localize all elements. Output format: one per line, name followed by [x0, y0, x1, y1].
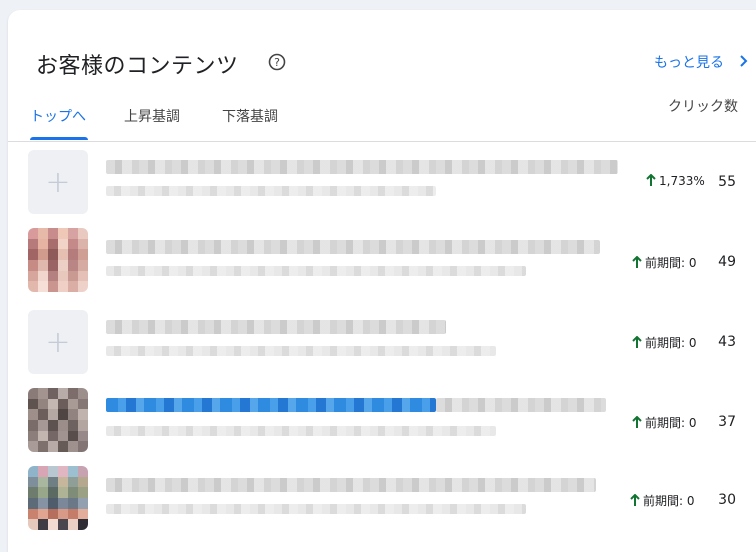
click-count: 49 [718, 254, 736, 270]
header-divider [8, 141, 756, 142]
tab-falling[interactable]: 下落基調 [222, 106, 278, 126]
chevron-right-icon[interactable] [736, 54, 750, 68]
redacted-title [106, 160, 618, 174]
list-item[interactable]: 前期間: 0 37 [0, 388, 756, 466]
redacted-title [436, 398, 606, 412]
redacted-title-highlighted [106, 398, 436, 412]
change-indicator: 前期間: 0 [632, 414, 697, 431]
plus-icon: + [45, 324, 71, 360]
change-value: 前期間: 0 [645, 256, 697, 270]
list-item[interactable]: 前期間: 0 49 [0, 228, 756, 306]
thumbnail-image [28, 466, 88, 530]
arrow-up-icon [646, 174, 656, 186]
redacted-title [106, 320, 446, 334]
redacted-url [106, 346, 496, 356]
active-tab-indicator [30, 137, 88, 140]
thumbnail-image [28, 388, 88, 452]
arrow-up-icon [632, 336, 642, 348]
tab-top[interactable]: トップへ [30, 106, 86, 126]
card-title: お客様のコンテンツ [36, 54, 239, 79]
redacted-url [106, 266, 526, 276]
arrow-up-icon [632, 256, 642, 268]
change-indicator: 前期間: 0 [630, 492, 695, 509]
list-item[interactable]: + 1,733% 55 [0, 150, 756, 228]
change-value: 前期間: 0 [643, 494, 695, 508]
list-item[interactable]: + 前期間: 0 43 [0, 310, 756, 388]
arrow-up-icon [630, 494, 640, 506]
redacted-url [106, 186, 436, 196]
click-count: 37 [718, 414, 736, 430]
plus-icon: + [45, 164, 71, 200]
redacted-url [106, 426, 496, 436]
change-indicator: 1,733% [646, 174, 705, 188]
change-indicator: 前期間: 0 [632, 254, 697, 271]
help-icon[interactable]: ? [268, 53, 286, 71]
thumbnail-placeholder: + [28, 150, 88, 214]
redacted-title [106, 478, 596, 492]
tab-rising[interactable]: 上昇基調 [124, 106, 180, 126]
click-count: 43 [718, 334, 736, 350]
arrow-up-icon [632, 416, 642, 428]
list-item[interactable]: 前期間: 0 30 [0, 466, 756, 544]
redacted-title [106, 240, 600, 254]
thumbnail-image [28, 228, 88, 292]
svg-text:?: ? [274, 56, 280, 69]
see-more-link[interactable]: もっと見る [654, 52, 724, 72]
change-value: 1,733% [659, 174, 705, 188]
click-count: 30 [718, 492, 736, 508]
change-indicator: 前期間: 0 [632, 334, 697, 351]
change-value: 前期間: 0 [645, 336, 697, 350]
click-count: 55 [718, 174, 736, 190]
redacted-url [106, 504, 526, 514]
thumbnail-placeholder: + [28, 310, 88, 374]
change-value: 前期間: 0 [645, 416, 697, 430]
clicks-column-header[interactable]: クリック数 [668, 96, 738, 118]
